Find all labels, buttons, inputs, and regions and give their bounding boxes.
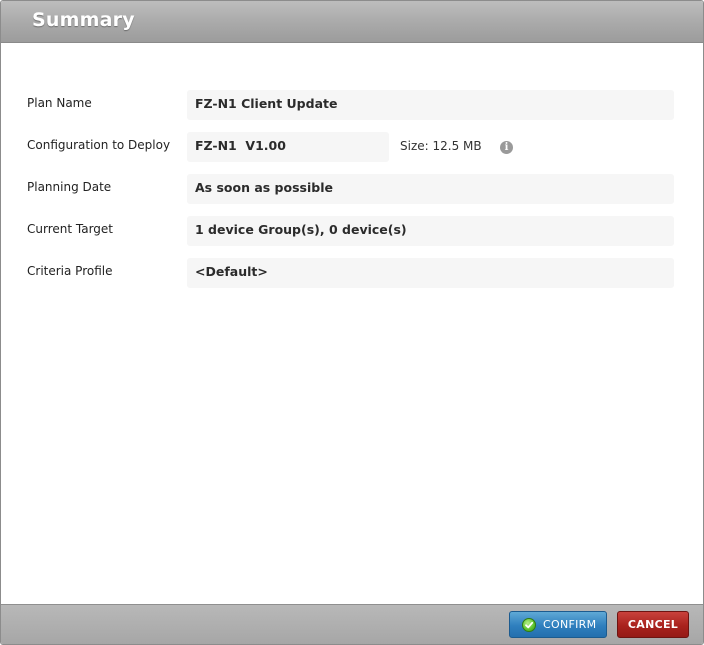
confirm-button[interactable]: CONFIRM (509, 611, 607, 638)
current-target-value-box: 1 device Group(s), 0 device(s) (187, 216, 674, 246)
dialog-titlebar: Summary (1, 1, 703, 43)
row-criteria-profile: Criteria Profile <Default> (1, 258, 703, 288)
confirm-label: CONFIRM (543, 618, 597, 631)
planning-date-value: As soon as possible (195, 180, 333, 195)
planning-date-value-box: As soon as possible (187, 174, 674, 204)
row-plan-name: Plan Name FZ-N1 Client Update (1, 90, 703, 120)
cancel-label: CANCEL (627, 618, 679, 631)
criteria-profile-value: <Default> (195, 264, 268, 279)
row-planning-date: Planning Date As soon as possible (1, 174, 703, 204)
plan-name-value-box: FZ-N1 Client Update (187, 90, 674, 120)
planning-date-label: Planning Date (27, 180, 112, 194)
current-target-value: 1 device Group(s), 0 device(s) (195, 222, 407, 237)
plan-name-value: FZ-N1 Client Update (195, 96, 338, 111)
criteria-profile-label: Criteria Profile (27, 264, 113, 278)
row-configuration: Configuration to Deploy FZ-N1 V1.00 Size… (1, 132, 703, 162)
configuration-value: FZ-N1 V1.00 (195, 138, 286, 153)
dialog-footer: CONFIRM CANCEL (1, 604, 703, 644)
plan-name-label: Plan Name (27, 96, 92, 110)
current-target-label: Current Target (27, 222, 114, 236)
dialog-title: Summary (32, 9, 135, 31)
configuration-label: Configuration to Deploy (27, 138, 171, 152)
summary-dialog: Summary Plan Name FZ-N1 Client Update Co… (0, 0, 704, 645)
cancel-button[interactable]: CANCEL (617, 611, 689, 638)
row-current-target: Current Target 1 device Group(s), 0 devi… (1, 216, 703, 246)
info-icon[interactable]: i (500, 141, 513, 154)
configuration-value-box: FZ-N1 V1.00 (187, 132, 389, 162)
summary-content: Plan Name FZ-N1 Client Update Configurat… (1, 43, 703, 604)
criteria-profile-value-box: <Default> (187, 258, 674, 288)
configuration-size: Size: 12.5 MB (400, 139, 482, 153)
check-icon (522, 618, 536, 632)
